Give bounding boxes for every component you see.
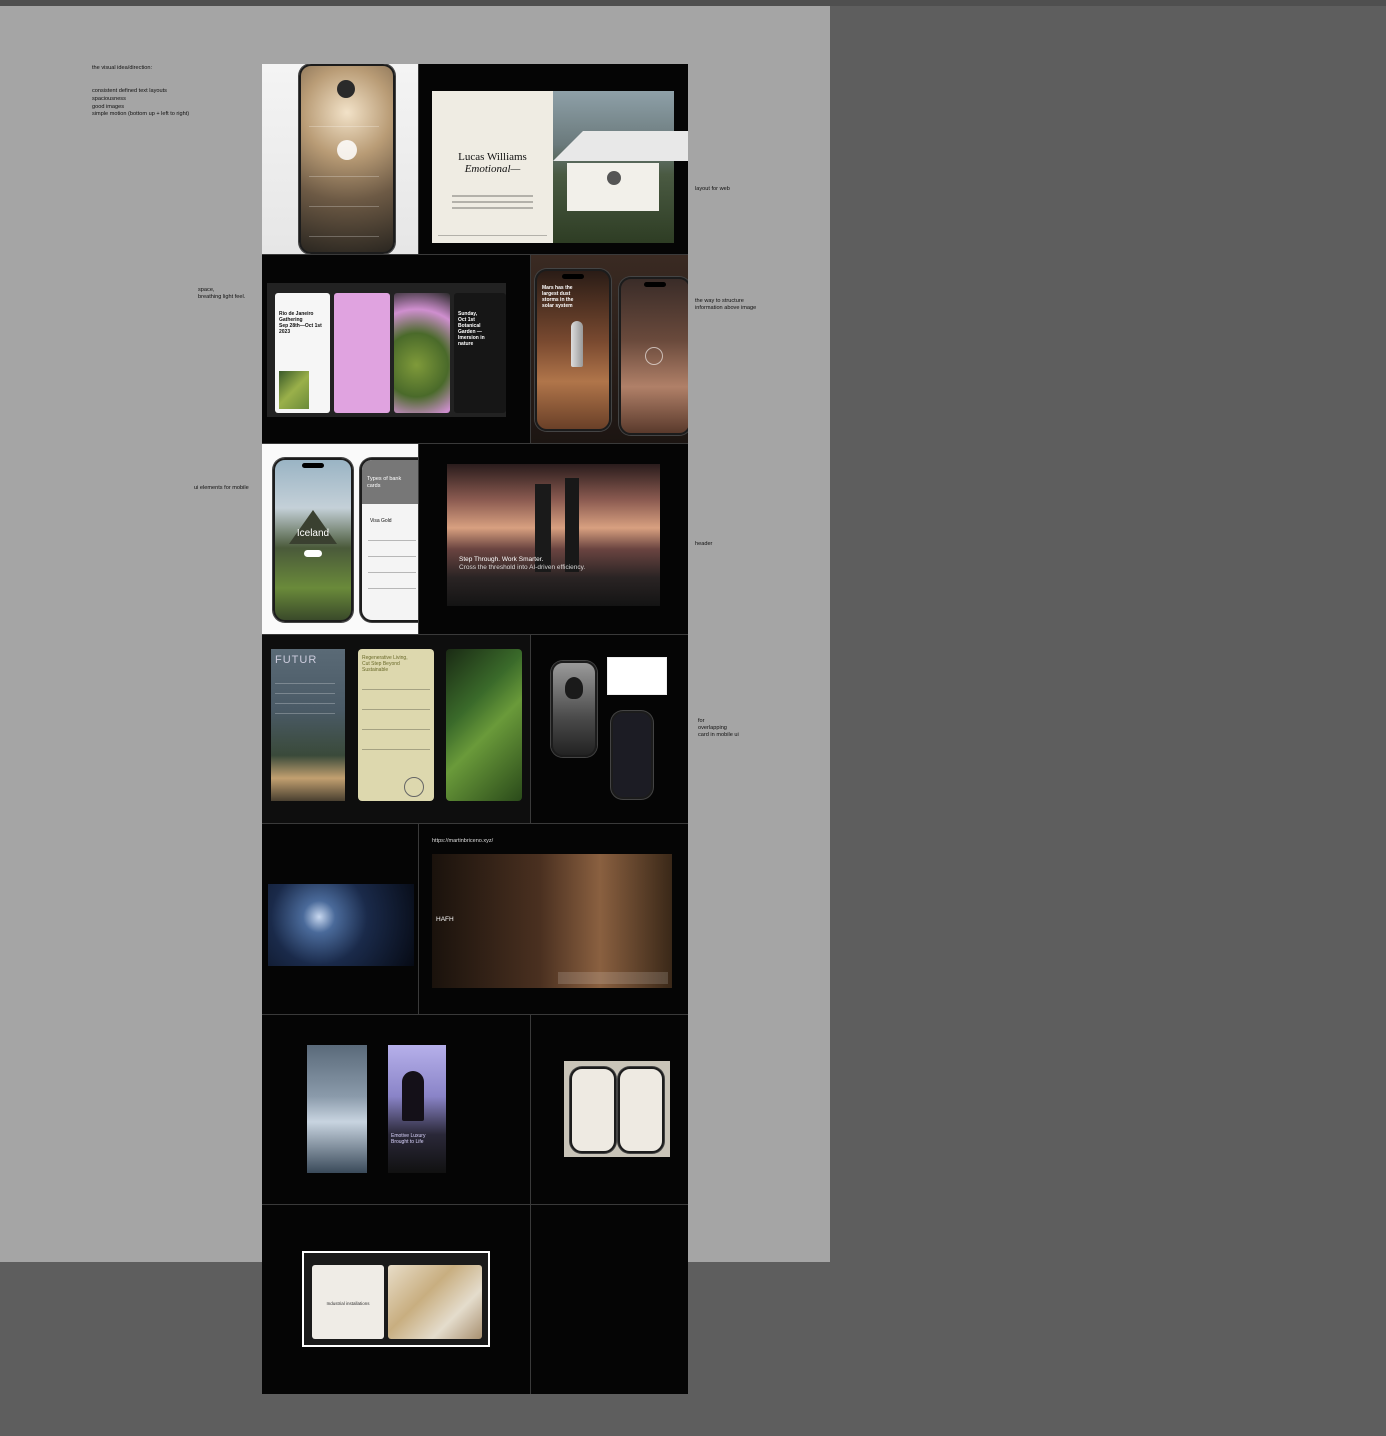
- mountain-peaks: [553, 131, 688, 161]
- moss-screen: [394, 293, 450, 413]
- music-phone: [299, 64, 395, 254]
- note-header: header: [695, 541, 713, 547]
- planet-icon: [645, 347, 663, 365]
- cell-cream-phones: [531, 1015, 688, 1204]
- rio-title: Rio de Janeiro Gathering Sep 28th—Oct 1s…: [279, 311, 322, 335]
- cell-industrial: Industrial installations: [262, 1205, 530, 1394]
- cell-music-phone: [262, 64, 418, 254]
- note-list-2: spaciousness: [92, 96, 126, 102]
- botanical-screen: Sunday, Oct 1st Botanical Garden — Imers…: [454, 293, 506, 413]
- cell-luxury: Emotive Luxury Brought to Life: [262, 1015, 530, 1204]
- avatar: [607, 171, 621, 185]
- industrial-title: Industrial installations: [326, 1301, 370, 1306]
- note-ui-mobile: ui elements for mobile: [194, 485, 249, 491]
- note-list-4: simple motion (bottom up + left to right…: [92, 111, 190, 117]
- note-intro: the visual idea/direction:: [92, 65, 153, 71]
- play-icon[interactable]: [337, 140, 357, 160]
- futur-logo: FUTUR: [275, 654, 318, 666]
- overlap-card: [607, 657, 667, 695]
- hafh-title: HAFH: [436, 916, 454, 923]
- cell-header: Step Through. Work Smarter. Cross the th…: [419, 444, 688, 634]
- bank-title: Types of bank cards: [367, 476, 402, 489]
- note-list-3: good images: [92, 104, 125, 110]
- lucas-profile-card: [567, 163, 659, 211]
- note-overlapping: for overlapping card in mobile ui: [698, 718, 739, 738]
- cream-phone-1: [570, 1067, 616, 1153]
- cell-futur: FUTUR Regenerative Living, Cut Step Beyo…: [262, 635, 530, 823]
- emotive-title: Emotive Luxury Brought to Life: [391, 1133, 426, 1145]
- cell-lucas-web: Lucas Williams Emotional—: [419, 64, 688, 254]
- overlap-phone-2: [611, 711, 653, 799]
- note-list-1: consistent defined text layouts: [92, 88, 167, 94]
- album-art: [337, 80, 355, 98]
- mars-phone-2: [619, 277, 688, 435]
- cell-iceland-bank: Iceland Types of bank cards Visa Gold: [262, 444, 418, 634]
- hafh-hero: HAFH: [432, 854, 672, 988]
- globe-icon: [404, 777, 424, 797]
- cell-event-phones: Rio de Janeiro Gathering Sep 28th—Oct 1s…: [262, 255, 530, 443]
- note-space: space, breathing light feel.: [198, 287, 246, 300]
- emotive-screen: Emotive Luxury Brought to Life: [388, 1045, 446, 1173]
- bank-phone: Types of bank cards Visa Gold: [360, 458, 418, 622]
- pink-screen: [334, 293, 390, 413]
- rio-screen: Rio de Janeiro Gathering Sep 28th—Oct 1s…: [275, 293, 330, 413]
- lucas-left-panel: Lucas Williams Emotional—: [432, 91, 553, 243]
- cream-phone-2: [618, 1067, 664, 1153]
- header-headline: Step Through. Work Smarter.: [459, 556, 544, 563]
- bank-tier[interactable]: Visa Gold: [370, 518, 418, 524]
- event-strip: Rio de Janeiro Gathering Sep 28th—Oct 1s…: [267, 283, 506, 417]
- silhouette-head: [565, 677, 583, 699]
- cell-overlapping: [531, 635, 688, 823]
- mars-title: Mars has the largest dust storms in the …: [542, 285, 574, 309]
- cell-mars-phones: Mars has the largest dust storms in the …: [531, 255, 688, 443]
- note-layout-web: layout for web: [695, 186, 730, 192]
- industrial-card: Industrial installations: [312, 1265, 384, 1339]
- rio-image: [279, 371, 309, 409]
- cell-hafh: https://martinbriceno.xyz/ HAFH: [419, 824, 688, 1014]
- iceland-title: Iceland: [296, 528, 330, 539]
- bottom-area: [0, 1262, 1386, 1436]
- hafh-thumbnails: [558, 972, 668, 984]
- hafh-url[interactable]: https://martinbriceno.xyz/: [432, 838, 632, 845]
- iceland-phone: Iceland: [273, 458, 353, 622]
- lucas-subtitle: Emotional—: [464, 163, 521, 175]
- silhouette-figure: [402, 1071, 424, 1121]
- overlap-phone-1: [551, 661, 597, 757]
- cell-space: [262, 824, 418, 1014]
- industrial-screen: Industrial installations: [304, 1253, 488, 1345]
- regen-title: Regenerative Living, Cut Step Beyond Sus…: [362, 655, 408, 673]
- futur-screen: FUTUR: [271, 649, 345, 801]
- botanical-title: Sunday, Oct 1st Botanical Garden — Imers…: [458, 311, 485, 347]
- note-structure: the way to structure information above i…: [695, 298, 757, 311]
- mars-phone-1: Mars has the largest dust storms in the …: [535, 269, 611, 431]
- cream-backdrop: [564, 1061, 670, 1157]
- lucas-landscape: [553, 91, 688, 243]
- space-image: [268, 884, 414, 966]
- industrial-photo: [388, 1265, 482, 1339]
- moodboard-grid: Lucas Williams Emotional— Rio de Janeiro…: [262, 64, 688, 1394]
- leaf-screen: [446, 649, 522, 801]
- cell-empty: [531, 1205, 688, 1394]
- rocket-image: [571, 321, 583, 367]
- lucas-title: Lucas Williams: [458, 151, 527, 163]
- regen-screen: Regenerative Living, Cut Step Beyond Sus…: [358, 649, 434, 801]
- industrial-frame: Industrial installations: [302, 1251, 490, 1347]
- explore-button[interactable]: [304, 550, 322, 557]
- sculpture-screen: [307, 1045, 367, 1173]
- header-subheadline: Cross the threshold into AI-driven effic…: [459, 564, 586, 571]
- header-hero: Step Through. Work Smarter. Cross the th…: [447, 464, 660, 606]
